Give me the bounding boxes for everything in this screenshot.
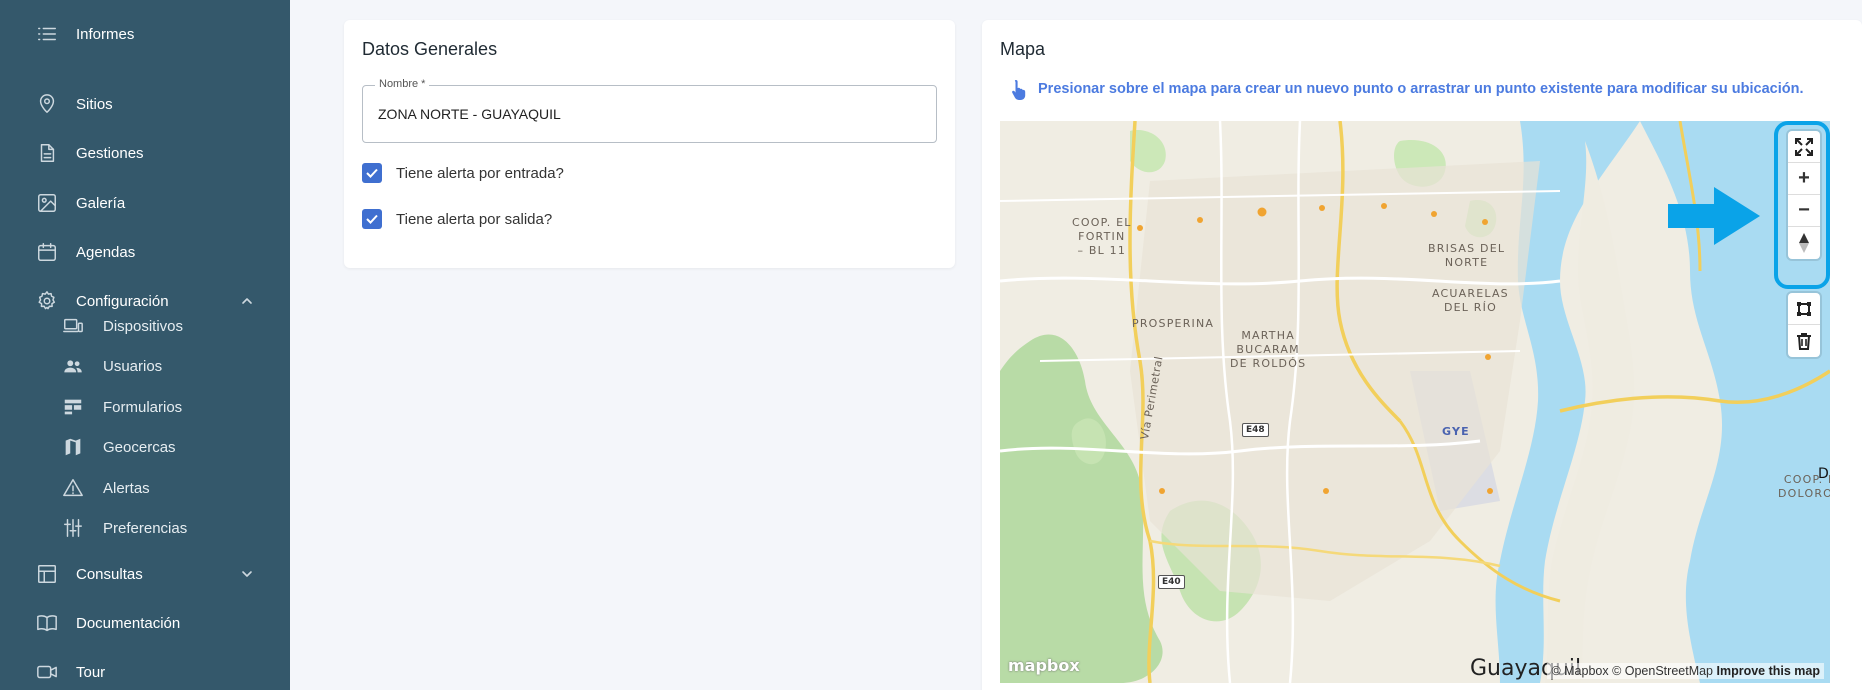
sidebar-item-label: Documentación [76, 614, 181, 632]
sidebar: Informes Sitios Gestiones Galería Agenda… [0, 0, 290, 690]
book-icon [37, 615, 57, 632]
sidebar-item-formularios[interactable]: Formularios [0, 389, 290, 425]
alert-entry-checkbox[interactable] [362, 163, 382, 183]
delete-shape-button[interactable] [1788, 325, 1820, 357]
video-icon [37, 665, 57, 679]
sidebar-item-label: Agendas [76, 243, 136, 261]
mapbox-logo[interactable]: mapbox [1008, 656, 1080, 675]
general-data-title: Datos Generales [362, 39, 498, 59]
sidebar-item-sitios[interactable]: Sitios [0, 82, 290, 126]
devices-icon [63, 318, 83, 333]
attribution-text[interactable]: © Mapbox © OpenStreetMap [1551, 664, 1713, 678]
draw-polygon-button[interactable] [1788, 293, 1820, 325]
controls-highlight-box [1774, 121, 1830, 289]
sidebar-item-gestiones[interactable]: Gestiones [0, 131, 290, 175]
sidebar-item-tour[interactable]: Tour [0, 650, 290, 690]
draw-controls [1788, 293, 1820, 357]
alert-exit-checkbox[interactable] [362, 209, 382, 229]
map-canvas[interactable]: COOP. EL FORTIN – BL 11 BRISAS DEL NORTE… [1000, 121, 1830, 683]
place-gye: GYE [1442, 425, 1470, 438]
alert-entry-row[interactable]: Tiene alerta por entrada? [362, 163, 564, 183]
name-field[interactable]: Nombre * ZONA NORTE - GUAYAQUIL [362, 78, 937, 143]
trash-icon [1797, 333, 1811, 350]
users-icon [64, 360, 82, 373]
check-icon [366, 214, 378, 224]
chevron-down-icon [242, 571, 252, 577]
list-icon [38, 27, 56, 41]
sidebar-item-agendas[interactable]: Agendas [0, 230, 290, 274]
sidebar-item-alertas[interactable]: Alertas [0, 470, 290, 506]
place-brisas-del-norte: BRISAS DEL NORTE [1428, 242, 1506, 269]
place-coop-el-fortin: COOP. EL FORTIN – BL 11 [1072, 216, 1132, 257]
sidebar-item-label: Consultas [76, 565, 143, 583]
sidebar-item-informes[interactable]: Informes [0, 12, 290, 56]
map-title: Mapa [1000, 39, 1046, 59]
sidebar-item-galeria[interactable]: Galería [0, 181, 290, 225]
sidebar-item-geocercas[interactable]: Geocercas [0, 429, 290, 465]
arrow-right-icon [1668, 187, 1760, 245]
image-icon [38, 194, 56, 212]
map-attribution: © Mapbox © OpenStreetMap Improve this ma… [1547, 663, 1824, 679]
road-shield-e48: E48 [1242, 423, 1269, 437]
sidebar-item-consultas[interactable]: Consultas [0, 552, 290, 596]
sidebar-item-dispositivos[interactable]: Dispositivos [0, 308, 290, 344]
hand-pointer-icon [1012, 80, 1026, 100]
polygon-icon [1797, 301, 1811, 316]
sidebar-item-label: Tour [76, 663, 106, 681]
sidebar-item-preferencias[interactable]: Preferencias [0, 510, 290, 546]
map-hint: Presionar sobre el mapa para crear un nu… [1010, 78, 1803, 100]
map-card: Mapa Presionar sobre el mapa para crear … [982, 20, 1862, 690]
sidebar-item-label: Galería [76, 194, 126, 212]
sliders-icon [64, 519, 82, 537]
document-icon [40, 144, 55, 162]
sidebar-item-label: Sitios [76, 95, 113, 113]
sidebar-item-label: Preferencias [103, 519, 188, 537]
map-icon [65, 438, 81, 456]
map-hint-text: Presionar sobre el mapa para crear un nu… [1038, 81, 1804, 97]
place-acuarelas-del-rio: ACUARELAS DEL RÍO [1432, 287, 1509, 314]
sidebar-item-label: Alertas [103, 479, 150, 497]
sidebar-item-label: Formularios [103, 398, 183, 416]
general-data-card: Datos Generales Nombre * ZONA NORTE - GU… [344, 20, 955, 268]
forms-icon [64, 399, 82, 415]
place-prosperina: PROSPERINA [1132, 317, 1215, 330]
alert-exit-row[interactable]: Tiene alerta por salida? [362, 209, 552, 229]
calendar-icon [38, 243, 56, 261]
sidebar-item-documentacion[interactable]: Documentación [0, 601, 290, 645]
sidebar-item-usuarios[interactable]: Usuarios [0, 348, 290, 384]
place-edge-letter: D [1818, 466, 1830, 482]
check-icon [366, 168, 378, 178]
warning-icon [63, 479, 83, 497]
name-field-label: Nombre * [375, 78, 430, 90]
road-shield-e40: E40 [1158, 575, 1185, 589]
place-martha-bucaram: MARTHA BUCARAM DE ROLDÓS [1230, 329, 1307, 370]
sidebar-item-label: Geocercas [103, 438, 176, 456]
sidebar-item-label: Dispositivos [103, 317, 184, 335]
chevron-up-icon [242, 298, 252, 304]
alert-exit-label: Tiene alerta por salida? [396, 210, 553, 228]
improve-map-link[interactable]: Improve this map [1717, 664, 1821, 678]
sidebar-item-label: Gestiones [76, 144, 144, 162]
location-pin-icon [39, 94, 55, 113]
sidebar-item-label: Usuarios [103, 357, 163, 375]
sidebar-item-label: Configuración [76, 292, 169, 310]
alert-entry-label: Tiene alerta por entrada? [396, 164, 564, 182]
name-field-value: ZONA NORTE - GUAYAQUIL [378, 106, 561, 122]
table-icon [38, 565, 56, 583]
sidebar-item-label: Informes [76, 25, 135, 43]
